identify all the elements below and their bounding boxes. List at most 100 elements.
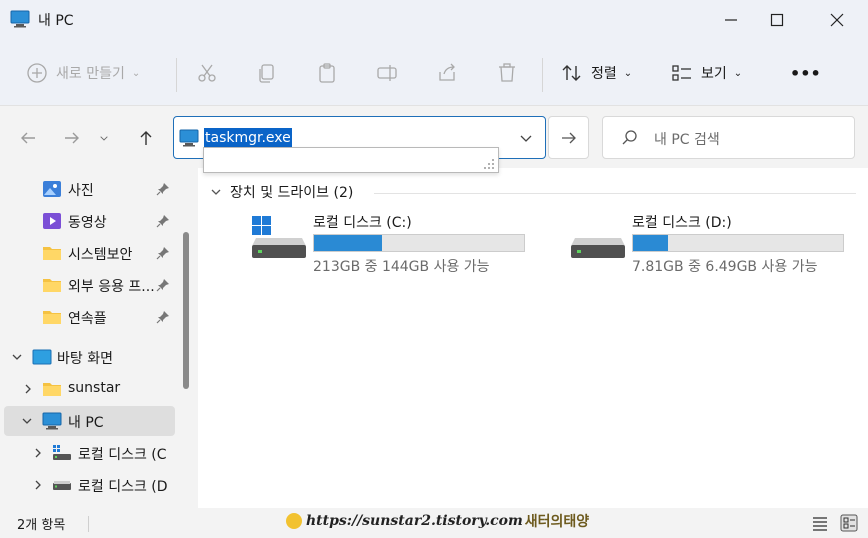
command-bar: 새로 만들기 ⌄ 정렬 ⌄ 보기 ⌄ ••• xyxy=(0,40,868,106)
drive-c[interactable]: 로컬 디스크 (C:) 213GB 중 144GB 사용 가능 xyxy=(250,208,540,278)
sidebar-item-label: 로컬 디스크 (C xyxy=(78,447,167,463)
sidebar-item-desktop[interactable]: 바탕 화면 xyxy=(0,342,176,372)
sidebar-item-continuous[interactable]: 연속플 xyxy=(0,302,176,332)
tiles-view-icon[interactable] xyxy=(840,514,858,532)
sidebar-item-label: 내 PC xyxy=(68,415,104,431)
folder-icon xyxy=(43,279,61,292)
folder-icon xyxy=(43,247,61,260)
minimize-button[interactable] xyxy=(708,0,754,40)
new-button-label: 새로 만들기 xyxy=(56,66,125,82)
address-input[interactable]: taskmgr.exe xyxy=(204,128,292,148)
minimize-icon xyxy=(725,19,737,21)
sidebar-item-label: 연속플 xyxy=(68,311,107,327)
group-header[interactable]: 장치 및 드라이브 (2) xyxy=(210,182,353,202)
drive-usage-fill xyxy=(314,235,383,251)
emoji-face-icon xyxy=(286,513,302,529)
photos-icon xyxy=(43,181,61,197)
chevron-down-icon: ⌄ xyxy=(733,67,743,79)
share-button[interactable] xyxy=(436,56,458,90)
sidebar-item-local-disk-d[interactable]: 로컬 디스크 (D xyxy=(0,470,176,500)
sidebar-item-label: 시스템보안 xyxy=(68,247,133,263)
folder-icon xyxy=(43,383,61,396)
resize-grip-icon[interactable] xyxy=(483,158,495,170)
drive-icon xyxy=(571,238,625,258)
sidebar-item-this-pc[interactable]: 내 PC xyxy=(4,406,175,436)
search-placeholder: 내 PC 검색 xyxy=(654,132,720,148)
clipboard-icon xyxy=(319,63,335,83)
sidebar-item-external-apps[interactable]: 외부 응용 프... xyxy=(0,270,176,300)
more-options-button[interactable]: ••• xyxy=(790,56,821,90)
sidebar-item-label: sunstar xyxy=(68,380,121,396)
drive-icon xyxy=(53,481,71,490)
chevron-down-icon: ⌄ xyxy=(131,67,141,79)
sidebar-scrollbar[interactable] xyxy=(183,232,189,389)
chevron-right-icon[interactable] xyxy=(32,447,44,459)
sidebar-item-label: 외부 응용 프... xyxy=(68,279,155,295)
windows-drive-icon xyxy=(252,216,306,258)
computer-icon xyxy=(179,129,199,147)
sidebar-item-label: 바탕 화면 xyxy=(57,351,113,367)
drive-d[interactable]: 로컬 디스크 (D:) 7.81GB 중 6.49GB 사용 가능 xyxy=(569,208,859,278)
sort-button-label: 정렬 xyxy=(591,66,617,82)
delete-button[interactable] xyxy=(496,56,518,90)
sidebar-item-label: 사진 xyxy=(68,183,94,199)
up-button[interactable] xyxy=(130,122,162,154)
close-button[interactable] xyxy=(814,0,860,40)
divider xyxy=(542,58,543,92)
sidebar-item-label: 동영상 xyxy=(68,215,107,231)
drive-usage-fill xyxy=(633,235,669,251)
chevron-right-icon[interactable] xyxy=(32,479,44,491)
chevron-down-icon[interactable] xyxy=(21,415,33,427)
more-options-icon: ••• xyxy=(790,63,821,83)
drive-space-info: 213GB 중 144GB 사용 가능 xyxy=(313,259,490,275)
scissors-icon xyxy=(198,64,216,82)
chevron-right-icon[interactable] xyxy=(22,383,34,395)
maximize-button[interactable] xyxy=(754,0,800,40)
view-list-icon xyxy=(672,65,691,81)
drive-usage-bar xyxy=(632,234,844,252)
pin-icon xyxy=(156,247,169,260)
new-button[interactable]: 새로 만들기 ⌄ xyxy=(26,56,140,90)
pin-icon xyxy=(156,279,169,292)
chevron-down-icon[interactable] xyxy=(11,351,23,363)
navigation-pane: 사진 동영상 시스템보안 외부 응용 프... 연속플 바탕 화면 sunsta… xyxy=(0,168,198,508)
go-button[interactable] xyxy=(548,116,589,159)
search-icon xyxy=(622,130,637,145)
sidebar-item-sunstar[interactable]: sunstar xyxy=(0,374,176,404)
details-view-icon[interactable] xyxy=(811,514,829,532)
sidebar-item-videos[interactable]: 동영상 xyxy=(0,206,176,236)
sidebar-item-photos[interactable]: 사진 xyxy=(0,174,176,204)
cut-button[interactable] xyxy=(196,56,218,90)
computer-icon xyxy=(42,412,62,430)
content-pane: 장치 및 드라이브 (2) 로컬 디스크 (C:) 213GB 중 144GB … xyxy=(198,168,868,508)
window-title: 내 PC xyxy=(38,13,74,29)
recent-locations-button[interactable] xyxy=(94,122,114,154)
group-header-label: 장치 및 드라이브 (2) xyxy=(230,185,354,201)
item-count: 2개 항목 xyxy=(17,518,66,533)
chevron-down-icon: ⌄ xyxy=(623,67,633,79)
rename-icon xyxy=(377,65,397,81)
share-icon xyxy=(439,63,455,81)
copy-icon xyxy=(259,64,274,83)
sidebar-item-local-disk-c[interactable]: 로컬 디스크 (C xyxy=(0,438,176,468)
sidebar-item-system-security[interactable]: 시스템보안 xyxy=(0,238,176,268)
arrow-right-icon xyxy=(561,132,576,143)
drive-name: 로컬 디스크 (D:) xyxy=(632,215,732,231)
view-button[interactable]: 보기 ⌄ xyxy=(671,56,742,90)
back-button[interactable] xyxy=(12,122,44,154)
forward-button[interactable] xyxy=(56,122,88,154)
status-bar: 2개 항목 https://sunstar2.tistory.com 새터의태양 xyxy=(0,508,868,538)
pin-icon xyxy=(156,183,169,196)
rename-button[interactable] xyxy=(376,56,398,90)
paste-button[interactable] xyxy=(316,56,338,90)
title-bar: 내 PC xyxy=(0,0,868,40)
view-button-label: 보기 xyxy=(701,66,727,82)
sort-button[interactable]: 정렬 ⌄ xyxy=(561,56,632,90)
divider xyxy=(88,516,89,532)
chevron-down-icon[interactable] xyxy=(519,131,533,145)
computer-icon xyxy=(10,10,30,28)
search-box[interactable]: 내 PC 검색 xyxy=(602,116,855,159)
address-autocomplete[interactable] xyxy=(203,147,499,173)
copy-button[interactable] xyxy=(256,56,278,90)
drive-usage-bar xyxy=(313,234,525,252)
